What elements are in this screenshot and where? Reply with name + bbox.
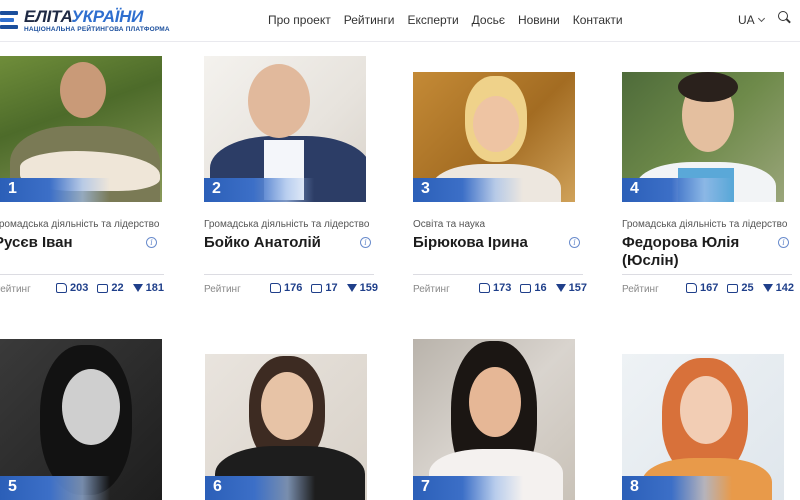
rank-number: 7 <box>421 478 430 495</box>
rank-number: 6 <box>213 478 222 495</box>
down-count: 159 <box>359 282 378 294</box>
person-category: Громадська діяльність та лідерство <box>0 219 160 230</box>
comment-icon[interactable] <box>727 283 739 293</box>
nav-dossier[interactable]: Досьє <box>472 13 505 27</box>
info-icon[interactable]: i <box>569 237 580 248</box>
card-divider <box>204 274 374 275</box>
rating-label: Рейтинг <box>413 284 450 295</box>
rating-stats: 173 16 157 <box>479 282 596 294</box>
person-name[interactable]: Бойко Анатолій <box>204 234 346 252</box>
comment-icon[interactable] <box>520 283 532 293</box>
site-header: ЕЛІТАУКРАЇНИ НАЦІОНАЛЬНА РЕЙТИНГОВА ПЛАТ… <box>0 0 800 42</box>
person-photo[interactable]: 2 <box>204 56 366 202</box>
person-photo[interactable]: 4 <box>622 72 784 202</box>
rank-number: 3 <box>421 180 430 197</box>
rating-stats: 203 22 181 <box>56 282 173 294</box>
comments-count: 22 <box>111 282 124 294</box>
logo-title: ЕЛІТАУКРАЇНИ <box>24 7 144 27</box>
comments-count: 25 <box>741 282 754 294</box>
person-name[interactable]: Федорова Юлія (Юслін) <box>622 234 764 270</box>
triangle-down-icon[interactable] <box>762 284 773 292</box>
language-selector[interactable]: UA <box>738 13 765 27</box>
person-name[interactable]: Русєв Іван <box>0 234 136 252</box>
search-icon[interactable] <box>778 11 792 25</box>
info-icon[interactable]: i <box>778 237 789 248</box>
rank-number: 4 <box>630 180 639 197</box>
person-photo[interactable]: 5 <box>0 339 162 500</box>
person-category: Громадська діяльність та лідерство <box>622 219 788 230</box>
card-divider <box>413 274 583 275</box>
triangle-down-icon[interactable] <box>132 284 143 292</box>
nav-contacts[interactable]: Контакти <box>573 13 623 27</box>
down-count: 181 <box>145 282 164 294</box>
thumbs-up-icon[interactable] <box>686 283 697 293</box>
comments-count: 17 <box>325 282 338 294</box>
nav-experts[interactable]: Експерти <box>407 13 458 27</box>
thumbs-up-icon[interactable] <box>270 283 281 293</box>
nav-ratings[interactable]: Рейтинги <box>344 13 395 27</box>
rating-stats: 167 25 142 <box>686 282 800 294</box>
rating-label: Рейтинг <box>0 284 31 295</box>
nav-news[interactable]: Новини <box>518 13 560 27</box>
nav-about[interactable]: Про проект <box>268 13 331 27</box>
card-divider <box>0 274 164 275</box>
info-icon[interactable]: i <box>360 237 371 248</box>
triangle-down-icon[interactable] <box>346 284 357 292</box>
language-value: UA <box>738 13 755 27</box>
rank-number: 2 <box>212 180 221 197</box>
comment-icon[interactable] <box>97 283 109 293</box>
person-photo[interactable]: 7 <box>413 339 575 500</box>
person-photo[interactable]: 8 <box>622 354 784 500</box>
rank-number: 1 <box>8 180 17 197</box>
person-category: Освіта та наука <box>413 219 486 230</box>
logo-subtitle: НАЦІОНАЛЬНА РЕЙТИНГОВА ПЛАТФОРМА <box>24 26 170 34</box>
rank-number: 5 <box>8 478 17 495</box>
site-logo[interactable]: ЕЛІТАУКРАЇНИ НАЦІОНАЛЬНА РЕЙТИНГОВА ПЛАТ… <box>0 6 170 36</box>
person-photo[interactable]: 6 <box>205 354 367 500</box>
likes-count: 203 <box>70 282 89 294</box>
rank-number: 8 <box>630 478 639 495</box>
logo-mark-icon <box>0 8 20 34</box>
down-count: 142 <box>775 282 794 294</box>
person-photo[interactable]: 1 <box>0 56 162 202</box>
comments-count: 16 <box>534 282 547 294</box>
info-icon[interactable]: i <box>146 237 157 248</box>
likes-count: 167 <box>700 282 719 294</box>
card-divider <box>622 274 792 275</box>
thumbs-up-icon[interactable] <box>479 283 490 293</box>
rating-label: Рейтинг <box>622 284 659 295</box>
thumbs-up-icon[interactable] <box>56 283 67 293</box>
likes-count: 173 <box>493 282 512 294</box>
rating-label: Рейтинг <box>204 284 241 295</box>
comment-icon[interactable] <box>311 283 323 293</box>
person-name[interactable]: Бірюкова Ірина <box>413 234 555 252</box>
main-nav: Про проект Рейтинги Експерти Досьє Новин… <box>268 13 636 27</box>
triangle-down-icon[interactable] <box>555 284 566 292</box>
rating-stats: 176 17 159 <box>270 282 387 294</box>
down-count: 157 <box>568 282 587 294</box>
chevron-down-icon <box>757 14 765 23</box>
person-category: Громадська діяльність та лідерство <box>204 219 370 230</box>
person-photo[interactable]: 3 <box>413 72 575 202</box>
likes-count: 176 <box>284 282 303 294</box>
